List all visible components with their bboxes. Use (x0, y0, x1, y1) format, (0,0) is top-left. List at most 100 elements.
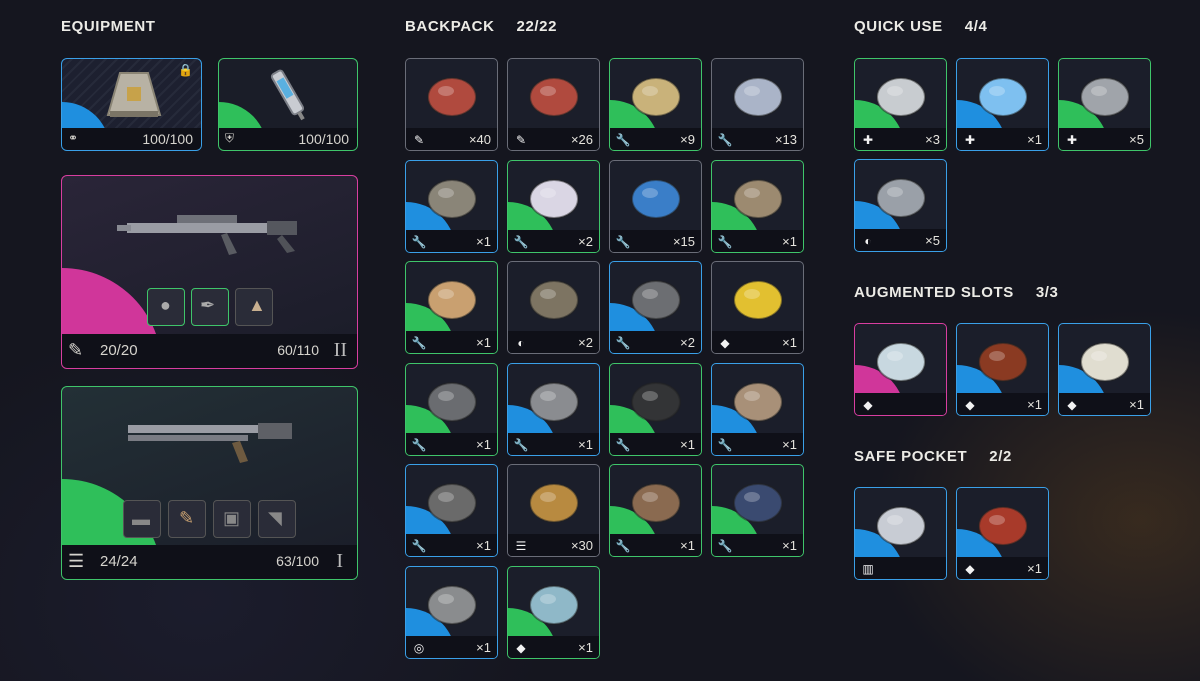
map-icon (522, 575, 586, 631)
injector-device-icon (270, 69, 305, 121)
attachment-slot-1[interactable]: ● (147, 288, 185, 326)
wrench-icon: 🔧 (411, 437, 427, 452)
cartridges-slot[interactable]: ☰ ×30 (507, 464, 600, 557)
blue-parts-slot[interactable]: 🔧 ×15 (609, 159, 702, 253)
cartridges-icon (522, 473, 586, 529)
safe-pocket-title: SAFE POCKET (854, 448, 968, 465)
wrench-icon: 🔧 (717, 539, 733, 553)
wrench-icon: 🔧 (615, 133, 631, 147)
attachment-slot-2[interactable]: ✎ (168, 500, 206, 538)
cutlery-case-icon (971, 496, 1035, 552)
item-quantity: ×15 (672, 233, 695, 249)
jewelry-box-slot[interactable]: ◆ ×1 (956, 323, 1049, 416)
lantern-slot[interactable]: ◎ ×1 (405, 565, 498, 659)
cloth-slot[interactable]: 🔧 ×1 (711, 362, 804, 456)
mechanism-icon (624, 473, 688, 529)
gem-icon: ◆ (965, 398, 975, 412)
canister-slot[interactable]: ◐ ×2 (507, 261, 600, 354)
augmented-title: AUGMENTED SLOTS (854, 284, 1014, 301)
secondary-durability: 63/100 (276, 553, 319, 569)
primary-weapon-slot[interactable]: ● ✒ ▲ ✎ 20/20 60/110 II (61, 175, 358, 369)
speaker-slot[interactable]: 🔧 ×1 (609, 362, 702, 456)
primary-weapon-bar: ✎ 20/20 60/110 II (62, 334, 357, 368)
injector-slot[interactable]: ✚ ×5 (1058, 58, 1151, 151)
safe-pocket-header: SAFE POCKET 2/2 (854, 448, 1012, 465)
bottle-slot[interactable]: 🔧 ×2 (507, 159, 600, 253)
gem-icon: ◆ (863, 398, 873, 412)
injector-icon (1073, 67, 1137, 123)
fabric-slot[interactable]: 🔧 ×9 (609, 58, 702, 151)
item-quantity: ×1 (476, 436, 491, 452)
primary-tier: II (333, 339, 347, 361)
backpack-title: BACKPACK (405, 18, 495, 35)
augment-bar: ⛨ 100/100 (219, 128, 357, 150)
bandage-icon (869, 67, 933, 123)
stock-icon: ✒ (200, 295, 216, 315)
cutlery-case-slot[interactable]: ◆ ×1 (956, 487, 1049, 580)
wrench-tool-slot[interactable]: 🔧 ×1 (405, 362, 498, 456)
device-slot[interactable]: 🔧 ×1 (405, 464, 498, 557)
secondary-weapon-slot[interactable]: ▬ ✎ ▣ ◥ ☰ 24/24 63/100 I (61, 386, 358, 580)
shield-slot[interactable]: 🔒 ⚭ 100/100 (61, 58, 202, 151)
wrench-icon: 🔧 (615, 234, 631, 249)
primary-durability: 60/110 (277, 342, 319, 358)
jar-icon (420, 270, 484, 326)
wrench-icon: 🔧 (513, 437, 529, 452)
bandage-slot[interactable]: ✚ ×3 (854, 58, 947, 151)
equipment-title: EQUIPMENT (61, 18, 156, 35)
plus-icon: ✚ (1066, 133, 1078, 147)
wrench-icon: 🔧 (513, 234, 529, 249)
item-quantity: ×1 (578, 639, 593, 655)
stock-icon: ◥ (268, 508, 282, 528)
headset-slot[interactable]: 🔧 ×1 (507, 362, 600, 456)
glass-dome-slot[interactable]: ◆ (854, 323, 947, 416)
item-quantity: ×1 (476, 335, 491, 350)
generator-slot[interactable]: 🔧 ×1 (711, 464, 804, 557)
muzzle-icon: ✎ (179, 508, 195, 528)
syringe-icon (971, 67, 1035, 123)
attachment-slot-2[interactable]: ✒ (191, 288, 229, 326)
syringe-slot[interactable]: ✚ ×1 (956, 58, 1049, 151)
blueprint-pistol-slot[interactable]: ▥ (854, 487, 947, 580)
plus-icon: ✚ (964, 133, 976, 147)
attachment-slot-3[interactable]: ▲ (235, 288, 273, 326)
ammo-box-slot[interactable]: ✎ ×26 (507, 58, 600, 151)
plastic-bags-slot[interactable]: 🔧 ×13 (711, 58, 804, 151)
pan-slot[interactable]: 🔧 ×1 (405, 159, 498, 253)
grenade-slot[interactable]: ◐ ×5 (854, 159, 947, 252)
attachment-slot-3[interactable]: ▣ (213, 500, 251, 538)
wrench-icon: 🔧 (615, 539, 631, 553)
item-quantity: ×1 (782, 233, 797, 249)
augmented-count: 3/3 (1035, 284, 1059, 301)
wrench-icon: 🔧 (717, 234, 733, 249)
quick-use-title: QUICK USE (854, 18, 943, 35)
attachment-slot-1[interactable]: ▬ (123, 500, 161, 538)
bottle-icon (522, 169, 586, 225)
pencil-icon: ✎ (413, 133, 425, 147)
item-quantity: ×40 (468, 132, 491, 147)
equipment-header: EQUIPMENT (61, 18, 156, 35)
jar-slot[interactable]: 🔧 ×1 (405, 261, 498, 354)
attachment-slot-4[interactable]: ◥ (258, 500, 296, 538)
tan-device-slot[interactable]: 🔧 ×1 (711, 159, 804, 253)
blueprint-pistol-icon (869, 496, 933, 552)
wristwatch-slot[interactable]: ◆ ×1 (1058, 323, 1151, 416)
mechanism-slot[interactable]: 🔧 ×1 (609, 464, 702, 557)
item-quantity: ×26 (570, 132, 593, 147)
item-quantity: ×1 (782, 335, 797, 350)
plastic-bags-icon (726, 67, 790, 123)
ammo-box-slot[interactable]: ✎ ×40 (405, 58, 498, 151)
remote-icon (624, 270, 688, 326)
remote-slot[interactable]: 🔧 ×2 (609, 261, 702, 354)
map-slot[interactable]: ◆ ×1 (507, 565, 600, 659)
item-quantity: ×1 (1027, 132, 1042, 147)
secondary-weapon-bar: ☰ 24/24 63/100 I (62, 545, 357, 579)
grip-icon: ● (160, 295, 171, 315)
quick-use-count: 4/4 (964, 18, 988, 35)
augment-slot[interactable]: ⛨ 100/100 (218, 58, 358, 151)
glass-dome-icon (869, 332, 933, 388)
plus-icon: ✚ (862, 133, 874, 147)
wrench-icon: 🔧 (411, 234, 427, 249)
rubber-duck-slot[interactable]: ◆ ×1 (711, 261, 804, 354)
lantern-icon (420, 575, 484, 631)
